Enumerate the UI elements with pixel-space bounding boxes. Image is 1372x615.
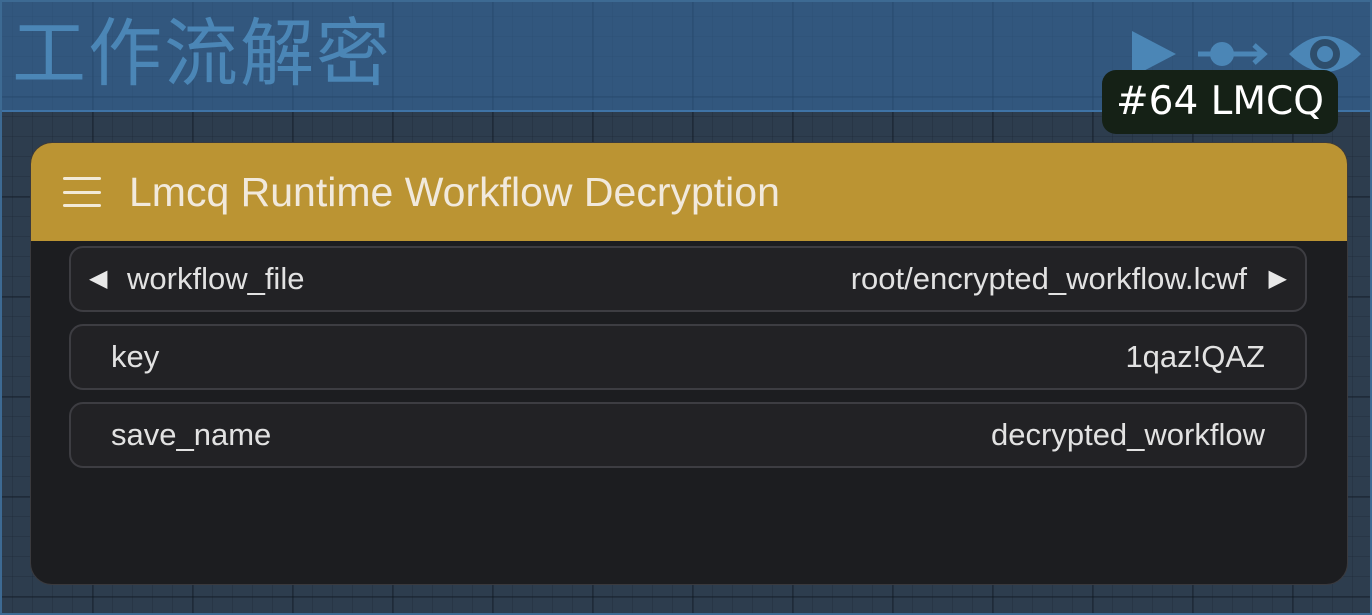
menu-icon[interactable] (63, 177, 101, 207)
combo-next-arrow-icon[interactable]: ▶ (1269, 248, 1287, 310)
widget-value: root/encrypted_workflow.lcwf (850, 261, 1247, 296)
connection-icon[interactable] (1196, 39, 1268, 69)
node-id-badge: #64 LMCQ (1102, 70, 1338, 134)
node-header[interactable]: Lmcq Runtime Workflow Decryption (31, 143, 1347, 241)
save-name-field[interactable]: save_name decrypted_workflow (69, 402, 1307, 468)
widget-value: 1qaz!QAZ (1125, 339, 1265, 374)
key-field[interactable]: key 1qaz!QAZ (69, 324, 1307, 390)
widget-label: workflow_file (127, 261, 305, 296)
widget-label: save_name (111, 417, 272, 452)
group-title: 工作流解密 (12, 11, 392, 97)
widget-value: decrypted_workflow (991, 417, 1265, 452)
workflow-decryption-node[interactable]: Lmcq Runtime Workflow Decryption ◀ workf… (30, 142, 1348, 585)
combo-prev-arrow-icon[interactable]: ◀ (89, 248, 107, 310)
workflow-file-combo[interactable]: ◀ workflow_file root/encrypted_workflow.… (69, 246, 1307, 312)
widget-label: key (111, 339, 160, 374)
node-title: Lmcq Runtime Workflow Decryption (129, 168, 780, 215)
